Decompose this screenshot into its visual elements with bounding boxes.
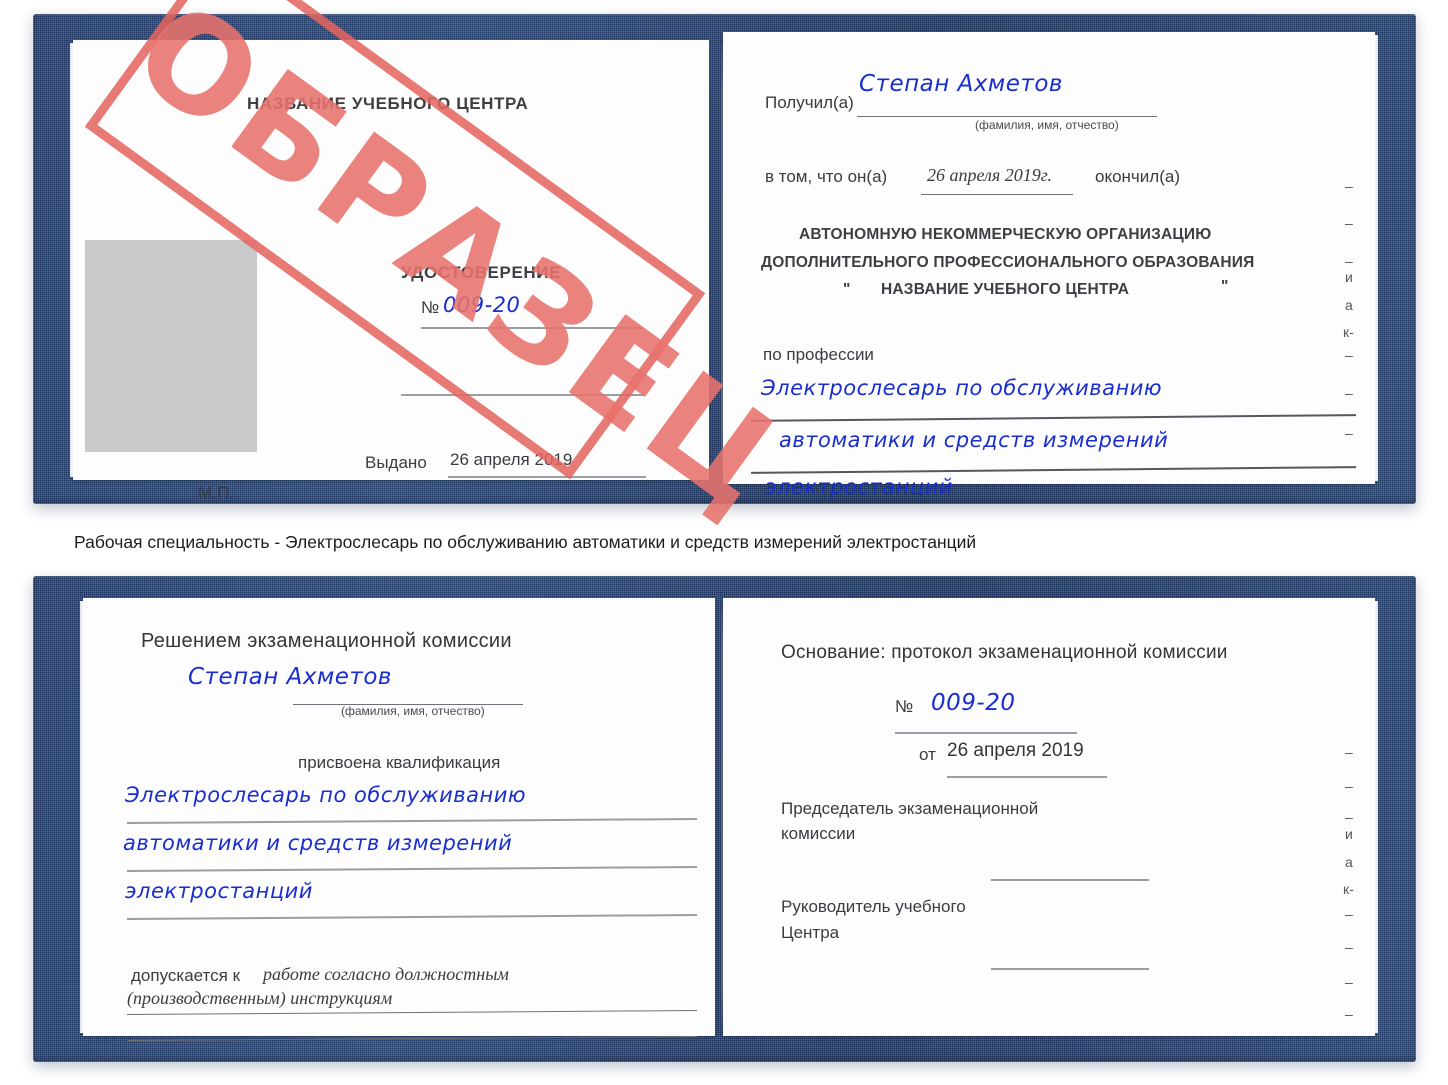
top-right-that-rule xyxy=(921,194,1073,195)
top-edge-fragment-3: к- xyxy=(1343,324,1354,340)
top-right-org-quote-open: " xyxy=(843,281,851,298)
bottom-edge-dash-2: – xyxy=(1345,778,1353,794)
bottom-edge-dash-3: – xyxy=(1345,809,1353,825)
bottom-left-qualification-line1: Электрослесарь по обслуживанию xyxy=(125,783,527,807)
top-right-profession-rule2 xyxy=(751,466,1356,474)
top-edge-dash-3: – xyxy=(1345,253,1353,269)
bottom-right-head-line1: Руководитель учебного xyxy=(781,897,966,916)
top-right-profession-line2: автоматики и средств измерений xyxy=(779,428,1169,452)
bottom-right-date-value: 26 апреля 2019 xyxy=(947,740,1084,761)
caption-text: Рабочая специальность - Электрослесарь п… xyxy=(74,532,977,552)
top-right-profession-line1: Электрослесарь по обслуживанию xyxy=(761,376,1163,400)
bottom-right-date-rule xyxy=(947,776,1107,778)
bottom-left-rule-4 xyxy=(127,1010,697,1015)
certificate-top-cover: НАЗВАНИЕ УЧЕБНОГО ЦЕНТРА УДОСТОВЕРЕНИЕ №… xyxy=(33,14,1416,504)
top-right-org-quote-close: " xyxy=(1221,278,1229,295)
bottom-edge-dash-7: – xyxy=(1345,1006,1353,1022)
certificate-bottom-right-page: Основание: протокол экзаменационной коми… xyxy=(723,598,1378,1036)
bottom-edge-fragment-3: к- xyxy=(1343,881,1354,897)
top-edge-dash-5: – xyxy=(1345,385,1353,401)
certificate-bottom-cover: Решением экзаменационной комиссии Степан… xyxy=(33,576,1416,1062)
bottom-left-header: Решением экзаменационной комиссии xyxy=(141,630,512,652)
top-edge-dash-2: – xyxy=(1345,215,1353,231)
top-right-profession-label: по профессии xyxy=(763,345,874,364)
certificate-bottom-left-page: Решением экзаменационной комиссии Степан… xyxy=(80,598,715,1041)
bottom-edge-dash-4: – xyxy=(1345,906,1353,922)
top-right-that-label: в том, что он(а) xyxy=(765,167,888,186)
top-right-org-line1: АВТОНОМНУЮ НЕКОММЕРЧЕСКУЮ ОРГАНИЗАЦИЮ xyxy=(799,226,1212,243)
top-edge-dash-4: – xyxy=(1345,347,1353,363)
photo-placeholder xyxy=(85,240,257,452)
bottom-left-rule-2 xyxy=(126,866,698,872)
top-left-number-rule xyxy=(421,327,643,329)
bottom-edge-fragment-2: а xyxy=(1345,854,1353,870)
bottom-left-name-value: Степан Ахметов xyxy=(188,664,392,690)
bottom-right-chairman-line2: комиссии xyxy=(781,824,856,843)
bottom-left-admitted-line2: (производственным) инструкциям xyxy=(127,988,393,1008)
top-right-finished-label: окончил(а) xyxy=(1095,167,1180,186)
top-right-received-value: Степан Ахметов xyxy=(859,71,1063,97)
bottom-left-admitted-label: допускается к xyxy=(131,966,241,985)
top-left-seal-label: М.П. xyxy=(198,483,234,502)
bottom-right-basis-label: Основание: протокол экзаменационной коми… xyxy=(781,642,1228,663)
top-edge-dash-6: – xyxy=(1345,425,1353,441)
bottom-edge-dash-1: – xyxy=(1345,744,1353,760)
bottom-left-admitted-line1: работе согласно должностным xyxy=(263,964,509,984)
top-right-received-label: Получил(а) xyxy=(765,93,854,112)
top-right-profession-line3: электростанций xyxy=(765,475,953,499)
bottom-left-rule-3 xyxy=(126,914,698,920)
bottom-right-head-signature-rule xyxy=(991,968,1149,970)
bottom-right-chairman-signature-rule xyxy=(991,879,1149,881)
top-left-issued-value: 26 апреля 2019 xyxy=(450,450,573,469)
bottom-left-qualification-line2: автоматики и средств измерений xyxy=(123,831,513,855)
top-left-number-value: 009-20 xyxy=(443,293,521,317)
top-left-issued-rule xyxy=(448,476,646,478)
bottom-left-qualification-line3: электростанций xyxy=(125,879,313,903)
bottom-right-number-label: № xyxy=(895,697,914,716)
bottom-left-qualification-label: присвоена квалификация xyxy=(298,753,501,772)
bottom-right-number-value: 009-20 xyxy=(931,690,1016,716)
top-left-header: НАЗВАНИЕ УЧЕБНОГО ЦЕНТРА xyxy=(247,94,529,113)
top-edge-dash-1: – xyxy=(1345,178,1353,194)
bottom-edge-dash-6: – xyxy=(1345,974,1353,990)
top-left-number-label: № xyxy=(421,298,440,317)
bottom-edge-fragment-1: и xyxy=(1345,826,1353,842)
bottom-right-number-rule xyxy=(895,732,1077,734)
bottom-edge-dash-5: – xyxy=(1345,939,1353,955)
bottom-right-chairman-line1: Председатель экзаменационной xyxy=(781,799,1039,818)
top-edge-fragment-2: а xyxy=(1345,297,1353,313)
top-right-name-hint: (фамилия, имя, отчество) xyxy=(975,118,1119,132)
top-right-name-rule xyxy=(857,116,1157,117)
bottom-left-name-hint: (фамилия, имя, отчество) xyxy=(341,704,485,718)
top-edge-fragment-1: и xyxy=(1345,269,1353,285)
top-right-org-line3: НАЗВАНИЕ УЧЕБНОГО ЦЕНТРА xyxy=(881,281,1130,298)
bottom-right-head-line2: Центра xyxy=(781,923,840,942)
top-right-profession-rule1 xyxy=(751,414,1356,422)
top-right-org-line2: ДОПОЛНИТЕЛЬНОГО ПРОФЕССИОНАЛЬНОГО ОБРАЗО… xyxy=(761,254,1255,271)
certificate-top-right-page: Получил(а) Степан Ахметов (фамилия, имя,… xyxy=(723,32,1378,499)
certificate-top-left-page: НАЗВАНИЕ УЧЕБНОГО ЦЕНТРА УДОСТОВЕРЕНИЕ №… xyxy=(70,40,709,502)
bottom-right-date-label: от xyxy=(919,745,936,764)
top-right-that-date: 26 апреля 2019г. xyxy=(927,165,1053,185)
bottom-left-rule-1 xyxy=(126,818,698,824)
top-left-blank-rule xyxy=(401,394,644,396)
top-left-issued-label: Выдано xyxy=(365,453,427,472)
bottom-left-rule-5 xyxy=(127,1036,697,1041)
top-left-title: УДОСТОВЕРЕНИЕ xyxy=(401,263,562,282)
